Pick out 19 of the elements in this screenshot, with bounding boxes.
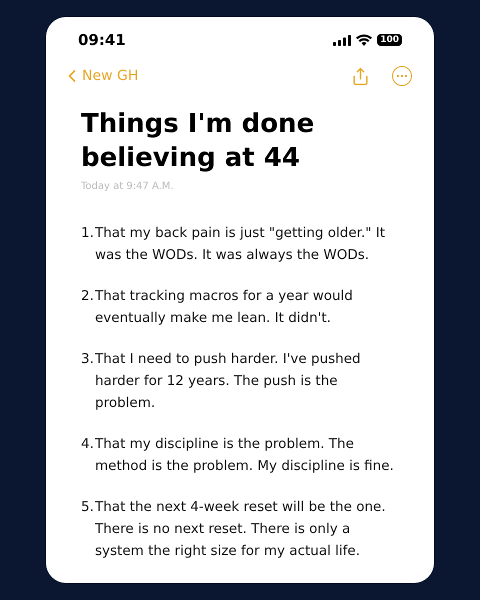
note-title: Things I'm done believing at 44 [81,108,316,174]
list-item-text: That my back pain is just "getting older." It was the WODs. It was always the WODs. [95,224,386,264]
list-item-text: That I need to push harder. I've pushed harder for 12 years. The push is the problem. [95,350,362,412]
list-number: 3. [81,350,95,368]
signal-icon [333,34,352,46]
more-icon[interactable] [392,66,412,86]
list-number: 5. [81,498,95,516]
share-icon[interactable] [351,66,370,86]
battery-level: 100 [377,34,402,46]
list-number: 4. [81,434,95,454]
status-time: 09:41 [78,30,126,51]
list-item-text: That my discipline is the problem. The method is the problem. My discipline is fine. [95,434,395,476]
list-number: 2. [81,286,95,306]
list-number: 1. [81,224,95,242]
back-button[interactable]: New GH [62,66,138,86]
list-item-text: That tracking macros for a year would eventually make me lean. It didn't. [95,286,354,328]
note-timestamp: Today at 9:47 A.M. [81,180,175,194]
wifi-icon [356,34,372,46]
list-item-text: That the next 4-week reset will be the one. There is no next reset. There is only a system the right size for my actual life. [95,498,387,560]
